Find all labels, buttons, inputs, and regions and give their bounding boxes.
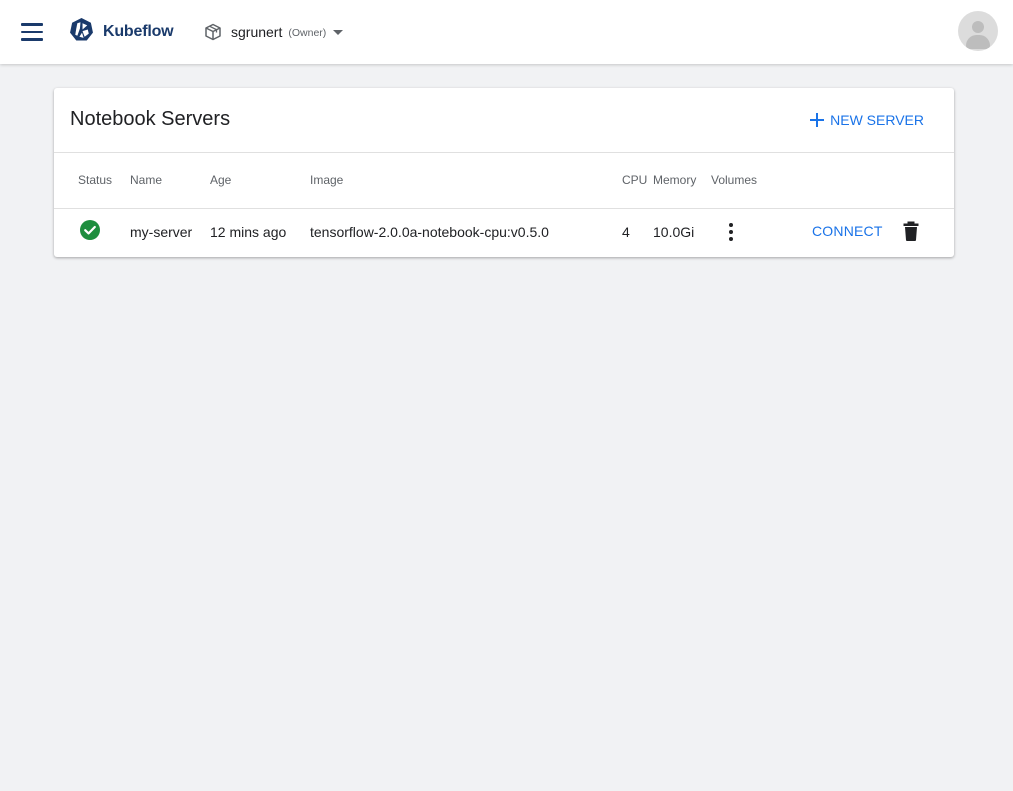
page-title: Notebook Servers: [70, 108, 231, 130]
server-name: my-server: [130, 224, 193, 240]
delete-icon[interactable]: [903, 221, 919, 241]
connect-button[interactable]: CONNECT: [812, 223, 883, 239]
add-icon: [810, 113, 825, 127]
account-avatar-icon[interactable]: [958, 11, 998, 51]
column-header-age: Age: [210, 173, 232, 187]
check-circle-icon: [80, 220, 100, 240]
server-age: 12 mins ago: [210, 224, 287, 240]
server-cpu: 4: [622, 224, 630, 240]
kubeflow-logo-icon: [69, 17, 94, 47]
more-vert-icon[interactable]: [724, 222, 738, 242]
menu-icon[interactable]: [18, 18, 46, 46]
column-header-name: Name: [130, 173, 163, 187]
server-image: tensorflow-2.0.0a-notebook-cpu:v0.5.0: [310, 224, 549, 240]
column-header-memory: Memory: [653, 173, 697, 187]
namespace-name: sgrunert: [231, 24, 283, 40]
new-server-label: NEW SERVER: [830, 112, 924, 128]
column-header-status: Status: [78, 173, 113, 187]
server-memory: 10.0Gi: [653, 224, 695, 240]
header-divider: [54, 152, 954, 153]
namespace-role: (Owner): [288, 27, 327, 39]
column-header-image: Image: [310, 173, 344, 187]
namespace-selector[interactable]: sgrunert (Owner): [204, 20, 344, 44]
column-header-cpu: CPU: [622, 173, 648, 187]
row-divider: [54, 208, 954, 209]
top-app-bar: Kubeflow sgrunert (Owner): [0, 0, 1013, 64]
column-header-volumes: Volumes: [711, 173, 758, 187]
box-icon: [204, 23, 222, 41]
kubeflow-logo[interactable]: Kubeflow: [69, 17, 174, 47]
app-name: Kubeflow: [103, 23, 174, 40]
chevron-down-icon: [333, 29, 344, 35]
notebook-servers-card: Notebook Servers NEW SERVER Status Name …: [54, 88, 954, 257]
new-server-button[interactable]: NEW SERVER: [810, 109, 924, 131]
